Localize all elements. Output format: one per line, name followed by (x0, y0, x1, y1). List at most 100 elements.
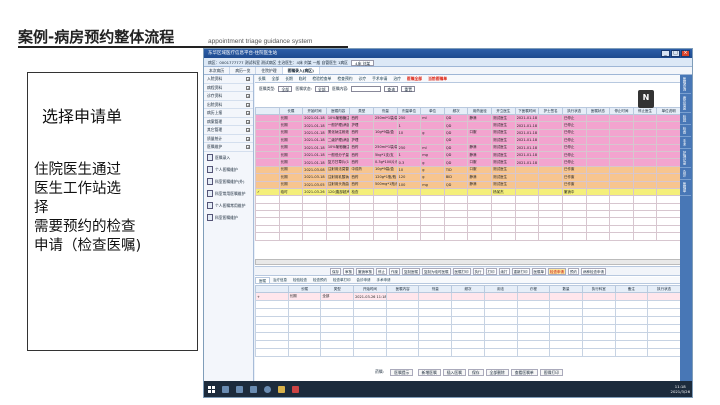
action-button[interactable]: 打印 (485, 267, 497, 275)
column-header[interactable]: 单位说明 (656, 107, 681, 115)
bottom-tab[interactable]: 检查单打印 (330, 277, 354, 283)
table-row[interactable]: 长期2021-01-18 11:22二级护理(病区)护理QD测试医生2021-0… (255, 136, 681, 145)
module-tab[interactable]: 医嘱录入(病区) (282, 67, 320, 74)
minimize-button[interactable]: _ (661, 50, 670, 57)
column-header[interactable]: 剂量单位 (396, 107, 422, 115)
entry-cell[interactable]: 2021-03-26 11:18 (353, 292, 387, 301)
entry-cell[interactable] (385, 292, 420, 301)
entry-cell[interactable] (516, 292, 551, 301)
expand-icon[interactable]: + (246, 145, 250, 149)
maximize-button[interactable]: □ (671, 50, 680, 57)
table-row[interactable]: 长期2021-01-18 11:2210%葡萄糖注射液(250ml)西药250m… (255, 143, 681, 152)
column-header[interactable]: 医嘱内容 (325, 107, 351, 115)
entry-cell[interactable] (581, 292, 616, 301)
search-icon[interactable] (222, 385, 229, 393)
bottom-button[interactable]: 查看医嘱单 (510, 368, 538, 376)
bottom-button[interactable]: 新增医嘱 (417, 368, 441, 376)
action-button[interactable]: 重新打印 (511, 267, 530, 275)
column-header[interactable] (255, 107, 280, 115)
app-icon-2[interactable] (292, 385, 299, 393)
expand-icon[interactable]: + (246, 111, 250, 115)
action-button[interactable]: 检查申请 (548, 267, 566, 275)
right-side-tab[interactable]: 检验 (680, 113, 691, 125)
entry-cell[interactable]: 全部 (320, 292, 355, 301)
order-subtab[interactable]: 长期 (282, 75, 296, 82)
browser-icon[interactable] (264, 385, 271, 393)
right-side-tab[interactable]: 医嘱单 (680, 180, 691, 196)
right-side-tab[interactable]: 手术 (680, 137, 691, 149)
order-subtab[interactable]: 医嘱全部 (404, 75, 425, 82)
entry-row[interactable]: + 长期 全部 2021-03-26 11:18 (255, 292, 681, 301)
action-button[interactable]: 预约 (568, 267, 579, 275)
bottom-tab[interactable]: 检查预约 (310, 277, 330, 283)
folder-icon[interactable] (278, 385, 285, 393)
column-header[interactable]: 剂量 (373, 107, 398, 115)
left-sub-item[interactable]: 科室常用医嘱维护 (204, 188, 253, 200)
order-subtab[interactable]: 当前医嘱单 (425, 75, 450, 82)
table-row[interactable]: 长期2021-03-18 10:09注射用乳酸钠林格 BID 静滴西药120g*… (255, 173, 681, 182)
column-header[interactable]: 护士签名 (538, 107, 563, 115)
action-button[interactable]: 医嘱单 (531, 267, 546, 275)
column-header[interactable]: 下医嘱时间 (514, 107, 540, 115)
app-icon[interactable] (250, 385, 257, 393)
action-button[interactable]: 审核 (343, 267, 354, 275)
taskview-icon[interactable] (236, 385, 243, 393)
expand-icon[interactable]: + (246, 119, 250, 124)
left-menu-item[interactable]: 病历上报 + (204, 109, 253, 118)
patient-select[interactable]: 4床 刘某 (351, 60, 375, 66)
horizontal-scrollbar[interactable] (255, 259, 681, 265)
module-tab[interactable]: 本次病历 (204, 67, 231, 74)
entry-cell[interactable] (549, 292, 583, 301)
table-row[interactable]: ✓临时2021-03-26 11:18120(腹部超声检查(CT))检查 杨某杰 撤… (255, 187, 681, 197)
order-status-select[interactable]: 全部 (314, 85, 329, 92)
right-side-tab[interactable]: 病历信息 (680, 94, 691, 113)
order-subtab[interactable]: 检验检查单 (309, 75, 334, 82)
column-header[interactable]: 开立医生 (491, 107, 516, 115)
left-menu-item[interactable]: 入院资料 + (204, 75, 253, 84)
action-button[interactable]: 病种检查申请 (581, 267, 606, 275)
bottom-button[interactable]: 医嘱打印 (539, 368, 563, 376)
windows-start-icon[interactable] (208, 385, 215, 393)
expand-icon[interactable]: + (246, 102, 250, 107)
bottom-tab[interactable]: 会诊申请 (354, 277, 374, 283)
table-row[interactable]: 长期2021-03-08 13:50注射用法莫替丁 TID 口服中成药10g*9… (255, 165, 681, 175)
action-button[interactable]: 复制医嘱 (402, 267, 420, 275)
bottom-tab[interactable]: 手术申请 (374, 277, 394, 283)
action-button[interactable]: 撤销审核 (356, 267, 374, 275)
left-menu-item[interactable]: 质量统计 + (204, 135, 253, 143)
right-side-tab[interactable]: 检查 (680, 125, 691, 137)
left-menu-item[interactable]: 医嘱维护 + (204, 143, 253, 152)
bottom-button[interactable]: 全部删除 (485, 368, 509, 376)
column-header[interactable]: 长嘱 (278, 107, 304, 115)
entry-cell[interactable] (451, 292, 485, 301)
column-header[interactable]: 用药途径 (467, 107, 493, 115)
left-menu-item[interactable]: 出院资料 + (204, 101, 253, 109)
action-button[interactable]: 医嘱打印 (452, 267, 471, 275)
table-row[interactable]: 长期2021-01-18 11:22复方甘草片(100片)西药0.3g*100片… (255, 158, 681, 167)
entry-cell[interactable] (483, 292, 518, 301)
expand-icon[interactable]: + (246, 77, 250, 81)
left-menu-item[interactable]: 诊疗资料 + (204, 92, 253, 101)
table-row[interactable]: 长期2021-01-18 11:20氯化钠注射液西药10g*9袋/盒10gQD口… (255, 128, 681, 138)
column-header[interactable]: 开始时间 (302, 107, 327, 115)
expand-icon[interactable]: + (246, 94, 250, 98)
order-subtab[interactable]: 长嘱 (255, 75, 269, 82)
expand-icon[interactable]: + (246, 85, 250, 90)
order-subtab[interactable]: 临时 (296, 75, 310, 82)
order-content-input[interactable] (351, 85, 382, 92)
expand-icon[interactable]: + (246, 128, 250, 132)
entry-cell[interactable] (614, 292, 649, 301)
module-tab[interactable]: 病历一览 (230, 67, 257, 74)
right-side-tab[interactable]: 会诊 (680, 168, 691, 180)
right-side-tab[interactable]: 护理记录 (680, 149, 691, 168)
reset-button[interactable]: 重置 (401, 85, 416, 92)
close-button[interactable]: × (681, 50, 690, 57)
table-row[interactable]: 长期2021-03-05 14:58注射用头孢曲松钠(0.5g)西药500mg*… (255, 180, 681, 189)
search-button[interactable]: 查询 (384, 85, 399, 92)
order-subtab[interactable]: 全部 (269, 75, 283, 82)
expand-icon[interactable]: + (246, 136, 250, 141)
left-sub-item[interactable]: 个人医嘱常用维护 (204, 200, 253, 212)
left-sub-item[interactable]: 个人医嘱维护 (204, 164, 253, 176)
order-subtab[interactable]: 诊疗 (356, 75, 370, 82)
order-subtab[interactable]: 检查预约 (334, 75, 355, 82)
